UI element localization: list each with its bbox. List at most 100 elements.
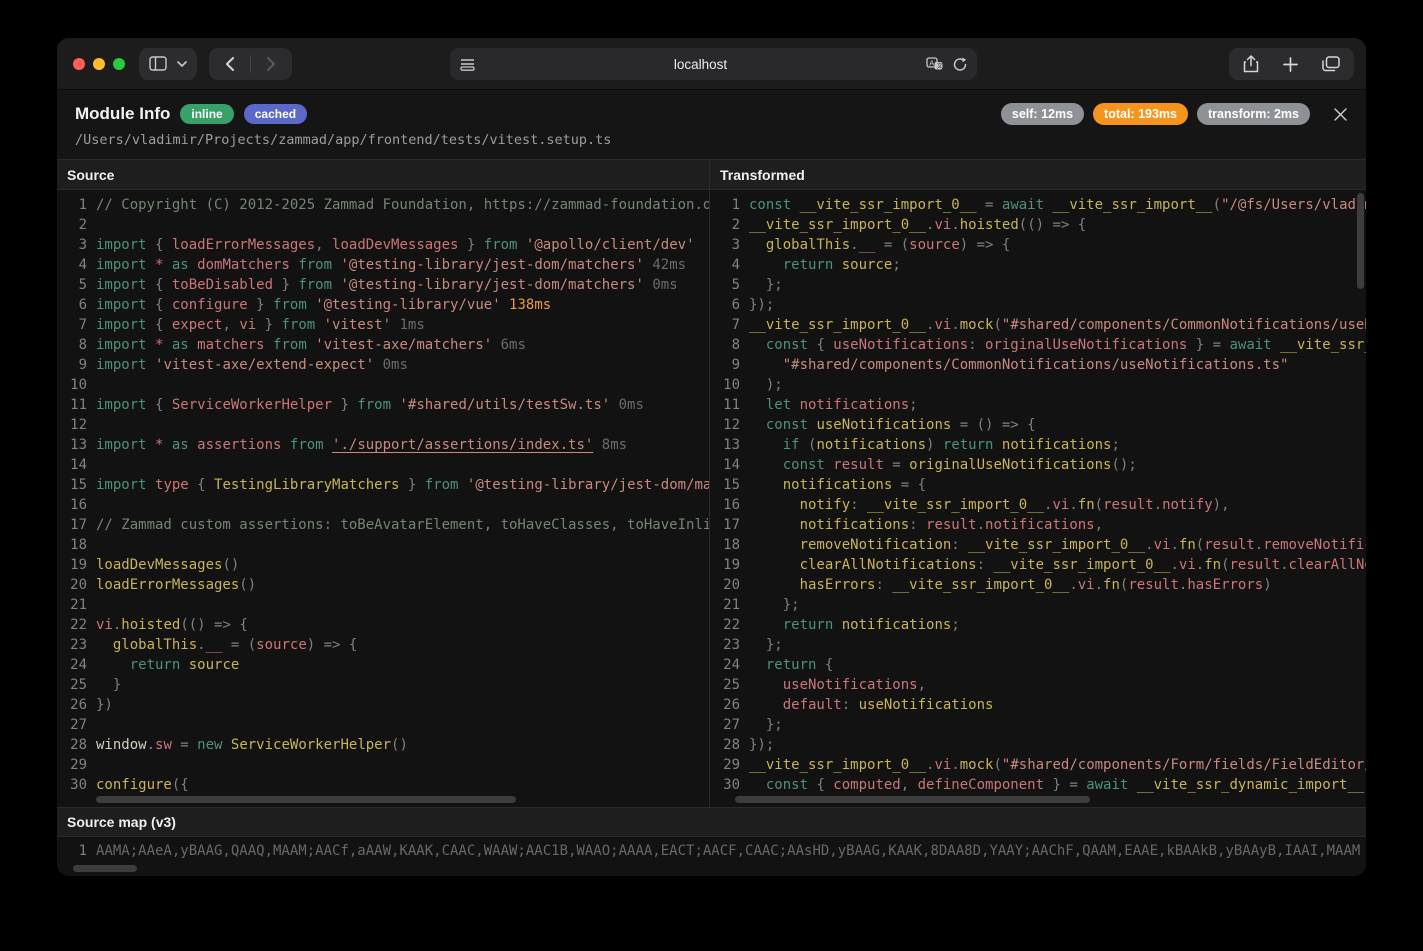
minimize-window-button[interactable]: [93, 58, 105, 70]
code-token: }: [458, 237, 483, 253]
code-token: '@apollo/client/dev': [526, 237, 695, 253]
code-token: .: [1069, 577, 1077, 593]
code-line: 28});: [710, 735, 1366, 755]
code-token: (() => {: [180, 617, 247, 633]
tab-overview-icon[interactable]: [1322, 56, 1340, 72]
translate-icon[interactable]: A文: [926, 57, 943, 71]
code-token: ;: [1111, 437, 1119, 453]
line-number: 21: [57, 595, 87, 615]
code-line: 2__vite_ssr_import_0__.vi.hoisted(() => …: [710, 215, 1366, 235]
code-content: import { loadErrorMessages, loadDevMessa…: [96, 235, 695, 255]
code-token: = {: [892, 477, 926, 493]
code-token: loadDevMessages: [96, 557, 222, 573]
back-button[interactable]: [219, 57, 240, 71]
address-bar[interactable]: localhost A文: [450, 48, 977, 80]
code-token: 6ms: [492, 337, 526, 353]
code-line: 13import * as assertions from './support…: [57, 435, 709, 455]
line-number: 20: [710, 575, 740, 595]
reload-icon[interactable]: [953, 57, 967, 72]
source-code-area[interactable]: 1 // Copyright (C) 2012-2025 Zammad Found…: [57, 190, 709, 807]
line-number: 13: [57, 435, 87, 455]
code-token: await: [1229, 337, 1280, 353]
code-line: 10 );: [710, 375, 1366, 395]
code-token: import: [96, 357, 155, 373]
code-token: vi: [1179, 557, 1196, 573]
code-content: return notifications;: [749, 615, 960, 635]
line-number: 26: [710, 695, 740, 715]
code-content: // Copyright (C) 2012-2025 Zammad Founda…: [96, 195, 709, 215]
reader-icon[interactable]: [460, 58, 475, 71]
code-token: import: [96, 297, 155, 313]
code-token: '@testing-library/vue': [315, 297, 500, 313]
code-token: removeNotification: [800, 537, 952, 553]
line-number: 6: [710, 295, 740, 315]
code-token: hoisted: [960, 217, 1019, 233]
line-number: 1: [57, 195, 87, 215]
code-token: configure: [96, 777, 172, 793]
code-token: [96, 637, 113, 653]
close-icon[interactable]: [1333, 107, 1348, 122]
horizontal-scrollbar[interactable]: [73, 865, 137, 872]
new-tab-icon[interactable]: [1283, 57, 1298, 72]
code-line: 7__vite_ssr_import_0__.vi.mock("#shared/…: [710, 315, 1366, 335]
code-content: const useNotifications = () => {: [749, 415, 1036, 435]
code-token: // Zammad custom assertions: toBeAvatarE…: [96, 517, 709, 533]
code-token: __vite_ssr_import_0__: [749, 217, 926, 233]
vertical-scrollbar[interactable]: [1357, 193, 1364, 289]
line-number: 2: [57, 215, 87, 235]
code-token: ) => {: [960, 237, 1011, 253]
code-token: import: [96, 397, 155, 413]
code-token: (): [239, 577, 256, 593]
forward-button[interactable]: [261, 57, 282, 71]
code-line: 23 globalThis.__ = (source) => {: [57, 635, 709, 655]
code-token: from: [290, 257, 341, 273]
code-token: .: [1154, 497, 1162, 513]
code-token: matchers: [197, 337, 264, 353]
line-number: 5: [710, 275, 740, 295]
code-token: configure: [172, 297, 248, 313]
code-token: default: [783, 697, 842, 713]
code-token: .: [951, 217, 959, 233]
line-number: 23: [57, 635, 87, 655]
code-content: import * as matchers from 'vitest-axe/ma…: [96, 335, 526, 355]
code-content: import { toBeDisabled } from '@testing-l…: [96, 275, 678, 295]
code-line: 20loadErrorMessages(): [57, 575, 709, 595]
code-token: __vite_ssr_import_0__: [968, 537, 1145, 553]
chevron-down-icon[interactable]: [177, 61, 187, 67]
code-token: __vite_ssr_import_0__: [993, 557, 1170, 573]
code-token: import: [96, 477, 155, 493]
code-token: globalThis: [766, 237, 850, 253]
code-content: import { configure } from '@testing-libr…: [96, 295, 551, 315]
horizontal-scrollbar[interactable]: [735, 796, 1090, 803]
code-token: {: [816, 777, 833, 793]
code-token: [749, 357, 783, 373]
code-token: );: [749, 377, 783, 393]
code-line: 26}): [57, 695, 709, 715]
code-token: const: [766, 337, 817, 353]
sourcemap-code-area[interactable]: 1AAMA;AAeA,yBAAG,QAAQ,MAAM;AACf,aAAW,KAA…: [57, 837, 1366, 876]
svg-text:A: A: [929, 58, 934, 67]
code-token: from: [484, 237, 526, 253]
code-token: :: [842, 697, 859, 713]
share-icon[interactable]: [1243, 55, 1259, 73]
code-line: 19 clearAllNotifications: __vite_ssr_imp…: [710, 555, 1366, 575]
code-token: {: [155, 317, 172, 333]
code-token: vi: [934, 317, 951, 333]
code-token: result: [1103, 497, 1154, 513]
code-token: clearAllNotifications: [800, 557, 977, 573]
transformed-code-area[interactable]: 1const __vite_ssr_import_0__ = await __v…: [710, 190, 1366, 807]
code-token: :: [968, 337, 985, 353]
horizontal-scrollbar[interactable]: [96, 796, 516, 803]
code-line: 9 "#shared/components/CommonNotification…: [710, 355, 1366, 375]
zoom-window-button[interactable]: [113, 58, 125, 70]
code-line: 21 };: [710, 595, 1366, 615]
close-window-button[interactable]: [73, 58, 85, 70]
sidebar-icon[interactable]: [149, 56, 167, 71]
code-token: defineComponent: [918, 777, 1044, 793]
code-content: window.sw = new ServiceWorkerHelper(): [96, 735, 408, 755]
code-token: ): [926, 437, 943, 453]
module-link[interactable]: './support/assertions/index.ts': [332, 437, 593, 453]
code-token: notify: [800, 497, 851, 513]
code-content: notifications: result.notifications,: [749, 515, 1103, 535]
code-line: 25 }: [57, 675, 709, 695]
